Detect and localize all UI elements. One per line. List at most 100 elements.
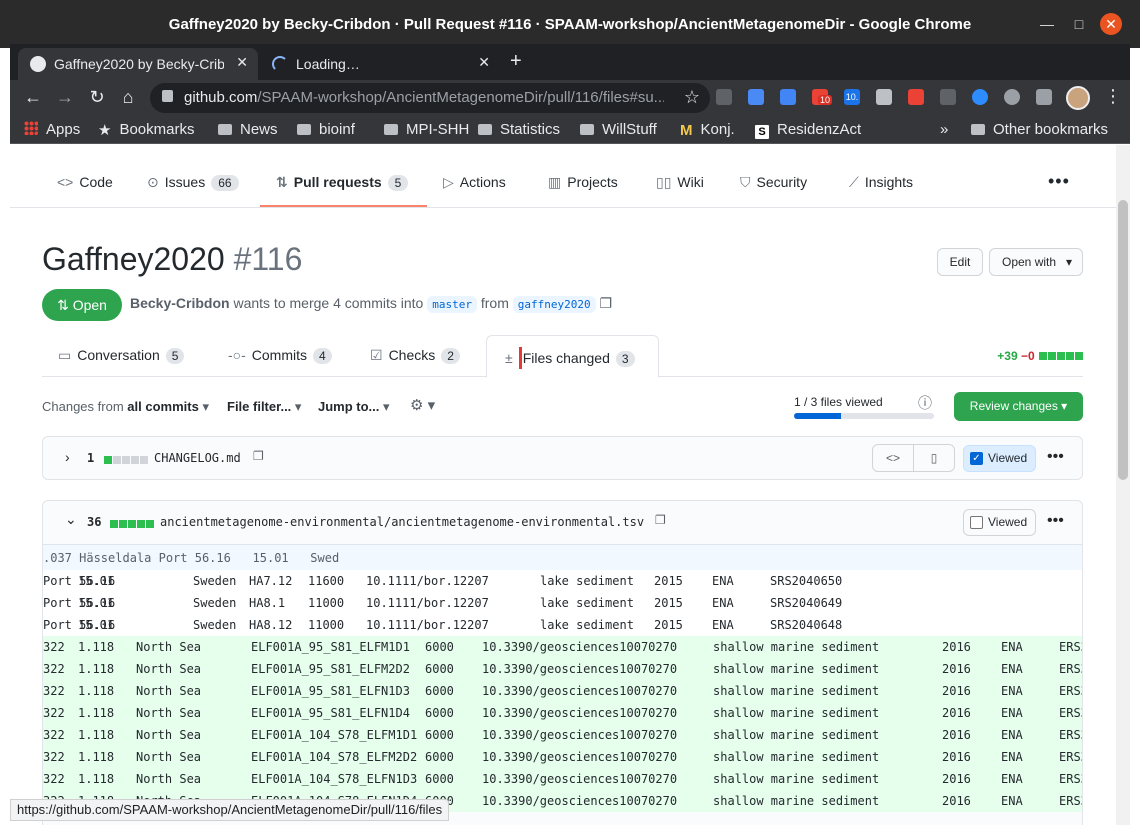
pen-extension-icon[interactable] — [940, 89, 956, 105]
bookmark-konj[interactable]: M Konj. — [680, 121, 735, 139]
lastpass-extension-icon[interactable] — [908, 89, 924, 105]
tab-commits[interactable]: -○- Commits 4 — [228, 347, 332, 364]
diff-cell: lake sediment — [540, 574, 634, 588]
browser-tab-active[interactable]: Gaffney2020 by Becky-Cribdon ✕ — [18, 48, 258, 80]
author-link[interactable]: Becky-Cribdon — [130, 295, 230, 311]
reload-icon[interactable]: ↻ — [86, 87, 108, 108]
diff-cell: HA7.12 — [249, 574, 293, 588]
diff-cell: ENA — [1001, 728, 1023, 742]
file-more-icon[interactable]: ••• — [1047, 448, 1064, 466]
file-more-icon[interactable]: ••• — [1047, 512, 1064, 530]
paypal-extension-icon[interactable] — [716, 89, 732, 105]
more-icon[interactable]: ••• — [1048, 171, 1070, 192]
tab-pull-requests[interactable]: ⇅ Pull requests 5 — [276, 174, 409, 191]
diff-cell: lake sediment — [540, 618, 634, 632]
hunk-header: .037 Hässeldala Port 56.16 15.01 Swed — [43, 544, 1082, 570]
bookmarks-overflow-icon[interactable]: » — [940, 121, 948, 138]
other-bookmarks[interactable]: Other bookmarks — [971, 121, 1108, 138]
tab-conversation[interactable]: ▭ Conversation 5 — [58, 347, 185, 364]
tab-insights[interactable]: ⟋ Insights — [849, 174, 913, 191]
copy-icon[interactable]: ❐ — [600, 295, 613, 311]
comment-icon: ▭ — [58, 347, 72, 363]
gmail-extension-icon[interactable]: 10 — [812, 89, 833, 105]
tab-files-changed[interactable]: ± Files changed 3 — [505, 347, 635, 369]
docs-extension-icon[interactable] — [748, 89, 764, 105]
diff-cell: 1.118 — [78, 662, 115, 676]
close-window-icon[interactable]: ✕ — [1100, 13, 1122, 35]
home-icon[interactable]: ⌂ — [117, 87, 139, 108]
edit-button[interactable]: Edit — [937, 248, 983, 276]
head-branch[interactable]: gaffney2020 — [512, 296, 596, 313]
profile-avatar[interactable] — [1066, 86, 1090, 110]
diff-cell: shallow marine sediment — [713, 728, 880, 742]
diff-row: Port 56.16 15.01 Sweden HA8.1 11000 10.1111/b… — [43, 592, 1082, 614]
file-path[interactable]: CHANGELOG.md — [154, 451, 241, 465]
diff-cell: ERS3605426 — [1059, 684, 1082, 698]
review-changes-button[interactable]: Review changes ▾ — [954, 392, 1083, 421]
bookmark-willstuff[interactable]: WillStuff — [580, 121, 657, 138]
calendar-extension-icon[interactable]: 10. — [844, 89, 860, 105]
address-url[interactable]: github.com/SPAAM-workshop/AncientMetagen… — [184, 89, 664, 106]
bookmark-residenzact[interactable]: S ResidenzAct — [755, 121, 861, 139]
settings-gear-icon[interactable]: ⚙ ▾ — [410, 396, 435, 414]
page-scrollbar[interactable] — [1116, 145, 1130, 825]
chevron-right-icon[interactable]: › — [65, 449, 70, 465]
jump-to-dropdown[interactable]: Jump to... ▾ — [318, 399, 390, 415]
file-path[interactable]: ancientmetagenome-environmental/ancientm… — [160, 515, 644, 529]
bookmark-statistics[interactable]: Statistics — [478, 121, 560, 138]
scrollbar-thumb[interactable] — [1118, 200, 1128, 480]
diff-cell: 2015 — [654, 618, 683, 632]
chevron-down-icon[interactable]: ⌄ — [65, 511, 77, 528]
copy-icon[interactable]: ❐ — [655, 513, 666, 527]
file-filter-dropdown[interactable]: File filter... ▾ — [227, 399, 301, 415]
tab-code[interactable]: <> Code — [57, 174, 113, 190]
diff-cell: ENA — [1001, 706, 1023, 720]
copy-icon[interactable]: ❐ — [253, 449, 264, 463]
circle-extension-icon[interactable] — [1004, 89, 1020, 105]
tab-count: 5 — [165, 348, 185, 364]
tab-checks[interactable]: ☑ Checks 2 — [370, 347, 460, 364]
minimize-icon[interactable]: — — [1036, 13, 1058, 35]
tab-wiki[interactable]: ▯▯ Wiki — [656, 174, 704, 191]
open-with-button[interactable]: Open with ▾ — [989, 248, 1083, 276]
viewed-checkbox[interactable]: ✓ Viewed — [963, 445, 1037, 472]
tab-actions[interactable]: ▷ Actions — [443, 174, 506, 191]
bookmark-bioinf[interactable]: bioinf — [297, 121, 355, 138]
file-diffstat — [103, 453, 148, 467]
tab-close-icon[interactable]: ✕ — [478, 54, 490, 71]
diff-cell: ENA — [712, 574, 734, 588]
diff-cell: 2016 — [942, 750, 971, 764]
extensions-puzzle-icon[interactable] — [1036, 89, 1052, 105]
state-label: Open — [72, 297, 107, 313]
info-icon[interactable]: ⓘ — [918, 393, 932, 413]
base-branch[interactable]: master — [427, 296, 477, 313]
translate-extension-icon[interactable] — [780, 89, 796, 105]
browser-tab-loading[interactable]: Loading… ✕ — [260, 48, 500, 80]
bookmark-bookmarks[interactable]: ★ Bookmarks — [98, 121, 194, 139]
tab-security[interactable]: ⛉ Security — [740, 174, 807, 191]
tab-projects[interactable]: ▥ Projects — [548, 174, 618, 191]
m-icon: M — [680, 122, 693, 139]
viewed-checkbox[interactable]: Viewed — [963, 509, 1037, 536]
diff-cell: Sweden — [193, 596, 237, 610]
new-tab-icon[interactable]: + — [510, 50, 522, 73]
file-view-icon[interactable]: ▯ — [913, 444, 955, 472]
back-icon[interactable]: ← — [22, 87, 44, 108]
tab-issues[interactable]: ⊙ Issues 66 — [147, 174, 239, 191]
tab-close-icon[interactable]: ✕ — [236, 54, 248, 71]
bookmark-mpi-shh[interactable]: MPI-SHH — [384, 121, 469, 138]
bookmark-star-icon[interactable]: ☆ — [684, 87, 700, 108]
maximize-icon[interactable]: □ — [1068, 13, 1090, 35]
diff-cell: ERS3605424 — [1059, 640, 1082, 654]
notes-extension-icon[interactable] — [876, 89, 892, 105]
address-bar[interactable]: github.com/SPAAM-workshop/AncientMetagen… — [150, 83, 710, 113]
play-icon: ▷ — [443, 174, 454, 190]
zoom-extension-icon[interactable] — [972, 89, 988, 105]
chrome-menu-icon[interactable]: ⋮ — [1104, 86, 1122, 107]
bookmark-apps[interactable]: Apps — [24, 121, 80, 138]
forward-icon[interactable]: → — [54, 87, 76, 108]
bookmark-news[interactable]: News — [218, 121, 278, 138]
changes-from-dropdown[interactable]: Changes from all commits ▾ — [42, 399, 209, 415]
diff-cell: ENA — [1001, 684, 1023, 698]
code-view-icon[interactable]: <> — [872, 444, 914, 472]
